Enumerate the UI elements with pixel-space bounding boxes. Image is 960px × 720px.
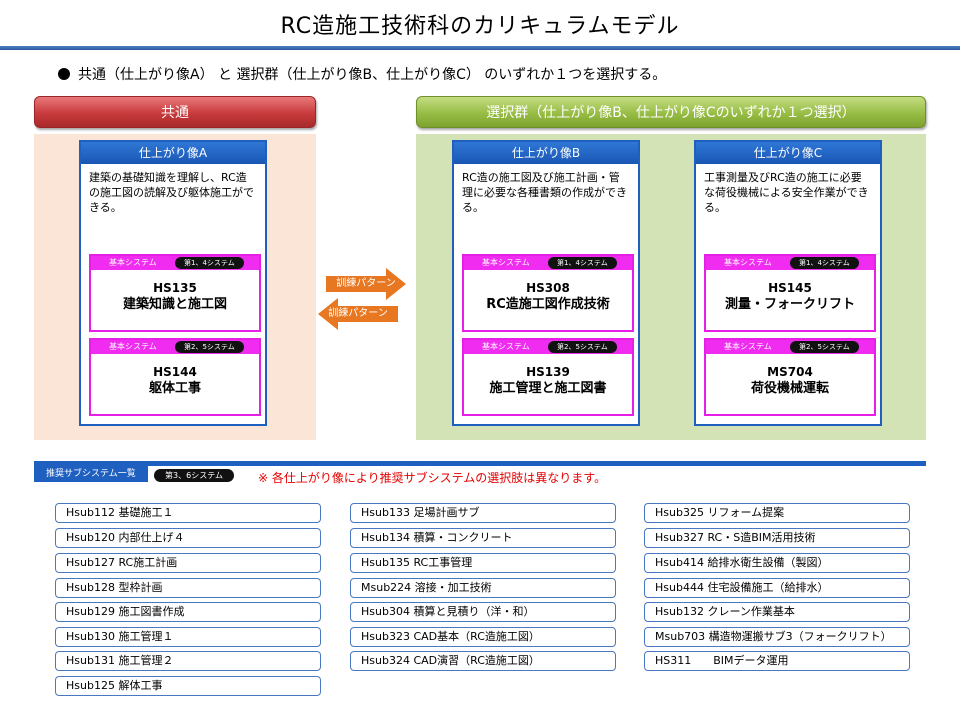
subsystem-item: Hsub129 施工図書作成 xyxy=(55,602,321,622)
subsystem-item: Hsub131 施工管理２ xyxy=(55,651,321,671)
system-bar-label: 基本システム xyxy=(482,342,530,351)
system-name: RC造施工図作成技術 xyxy=(486,297,610,312)
system-bar: 基本システム 第1、4システム xyxy=(706,256,874,270)
subsystem-item: Hsub304 積算と見積り（洋・和） xyxy=(350,602,616,622)
subsystem-item: Hsub324 CAD演習（RC造施工図） xyxy=(350,651,616,671)
system-box-1: 基本システム 第1、4システム HS135 建築知識と施工図 xyxy=(89,254,261,332)
system-box-2: 基本システム 第2、5システム MS704 荷役機械運転 xyxy=(704,338,876,416)
subsystem-item: Hsub127 RC施工計画 xyxy=(55,553,321,573)
system-tag: 第2、5システム xyxy=(175,341,244,353)
system-box-2: 基本システム 第2、5システム HS144 躯体工事 xyxy=(89,338,261,416)
system-code: HS139 xyxy=(526,365,570,379)
subsystem-item: Hsub125 解体工事 xyxy=(55,676,321,696)
system-bar-label: 基本システム xyxy=(109,258,157,267)
system-name: 荷役機械運転 xyxy=(750,381,829,396)
intro-line: 共通（仕上がり像A） と 選択群（仕上がり像B、仕上がり像C） のいずれか１つを… xyxy=(58,64,666,84)
subsystem-note: ※ 各仕上がり像により推奨サブシステムの選択肢は異なります。 xyxy=(258,471,607,485)
intro-text: 共通（仕上がり像A） と 選択群（仕上がり像B、仕上がり像C） のいずれか１つを… xyxy=(78,67,667,83)
system-bar: 基本システム 第2、5システム xyxy=(706,340,874,354)
system-tag: 第1、4システム xyxy=(175,257,244,269)
subsystem-item: Hsub128 型枠計画 xyxy=(55,578,321,598)
subsystem-item: Hsub327 RC・S造BIM活用技術 xyxy=(644,528,910,548)
card-description: 建築の基礎知識を理解し、RC造の施工図の読解及び躯体施工ができる。 xyxy=(89,171,254,214)
system-name: 建築知識と施工図 xyxy=(122,297,227,312)
subsystem-label: 推奨サブシステム一覧 xyxy=(34,466,148,482)
subsystem-divider xyxy=(34,461,926,466)
system-code: HS308 xyxy=(526,281,570,295)
system-tag: 第1、4システム xyxy=(548,257,617,269)
system-name: 躯体工事 xyxy=(148,381,201,396)
system-bar: 基本システム 第2、5システム xyxy=(91,340,259,354)
subsystem-item: Hsub323 CAD基本（RC造施工図） xyxy=(350,627,616,647)
arrow-label: 訓練パターン xyxy=(328,308,388,319)
system-box-2: 基本システム 第2、5システム HS139 施工管理と施工図書 xyxy=(462,338,634,416)
subsystem-item: Hsub133 足場計画サブ xyxy=(350,503,616,523)
system-box-1: 基本システム 第1、4システム HS308 RC造施工図作成技術 xyxy=(462,254,634,332)
subsystem-item: Hsub120 内部仕上げ４ xyxy=(55,528,321,548)
system-code: HS135 xyxy=(153,281,197,295)
select-group-header: 選択群（仕上がり像B、仕上がり像Cのいずれか１つ選択） xyxy=(416,96,926,128)
system-bar: 基本システム 第1、4システム xyxy=(464,256,632,270)
system-name: 測量・フォークリフト xyxy=(724,297,855,312)
title-divider xyxy=(0,46,960,50)
system-bar: 基本システム 第1、4システム xyxy=(91,256,259,270)
card-title: 仕上がり像A xyxy=(81,142,265,164)
system-code: MS704 xyxy=(767,365,813,379)
subsystem-item: Hsub414 給排水衛生設備（製図） xyxy=(644,553,910,573)
arrow-label: 訓練パターン xyxy=(336,278,396,289)
subsystem-item: HS311 BIMデータ運用 xyxy=(644,651,910,671)
subsystem-item: Hsub134 積算・コンクリート xyxy=(350,528,616,548)
right-arrow-icon: 訓練パターン xyxy=(326,268,406,300)
subsystem-item: Msub703 構造物運搬サブ3（フォークリフト） xyxy=(644,627,910,647)
left-arrow-icon: 訓練パターン xyxy=(318,298,398,330)
card-image-b: 仕上がり像B RC造の施工図及び施工計画・管理に必要な各種書類の作成ができる。 … xyxy=(452,140,640,426)
system-code: HS145 xyxy=(768,281,812,295)
system-name: 施工管理と施工図書 xyxy=(489,381,607,396)
subsystem-item: Hsub112 基礎施工１ xyxy=(55,503,321,523)
subsystem-item: Hsub132 クレーン作業基本 xyxy=(644,602,910,622)
card-title: 仕上がり像C xyxy=(696,142,880,164)
system-bar-label: 基本システム xyxy=(482,258,530,267)
page-title: RC造施工技術科のカリキュラムモデル xyxy=(280,14,680,39)
system-code: HS144 xyxy=(153,365,197,379)
subsystem-tag: 第3、6システム xyxy=(154,469,234,482)
card-title: 仕上がり像B xyxy=(454,142,638,164)
bullet-icon xyxy=(58,68,70,80)
subsystem-item: Hsub444 住宅設備施工（給排水） xyxy=(644,578,910,598)
system-bar-label: 基本システム xyxy=(724,258,772,267)
card-description: RC造の施工図及び施工計画・管理に必要な各種書類の作成ができる。 xyxy=(462,171,627,214)
system-tag: 第2、5システム xyxy=(790,341,859,353)
system-box-1: 基本システム 第1、4システム HS145 測量・フォークリフト xyxy=(704,254,876,332)
system-tag: 第1、4システム xyxy=(790,257,859,269)
card-image-c: 仕上がり像C 工事測量及びRC造の施工に必要な荷役機械による安全作業ができる。 … xyxy=(694,140,882,426)
subsystem-item: Hsub130 施工管理１ xyxy=(55,627,321,647)
card-image-a: 仕上がり像A 建築の基礎知識を理解し、RC造の施工図の読解及び躯体施工ができる。… xyxy=(79,140,267,426)
system-tag: 第2、5システム xyxy=(548,341,617,353)
subsystem-item: Hsub135 RC工事管理 xyxy=(350,553,616,573)
card-description: 工事測量及びRC造の施工に必要な荷役機械による安全作業ができる。 xyxy=(704,171,869,214)
system-bar-label: 基本システム xyxy=(109,342,157,351)
system-bar: 基本システム 第2、5システム xyxy=(464,340,632,354)
common-header: 共通 xyxy=(34,96,316,128)
subsystem-item: Hsub325 リフォーム提案 xyxy=(644,503,910,523)
subsystem-item: Msub224 溶接・加工技術 xyxy=(350,578,616,598)
system-bar-label: 基本システム xyxy=(724,342,772,351)
